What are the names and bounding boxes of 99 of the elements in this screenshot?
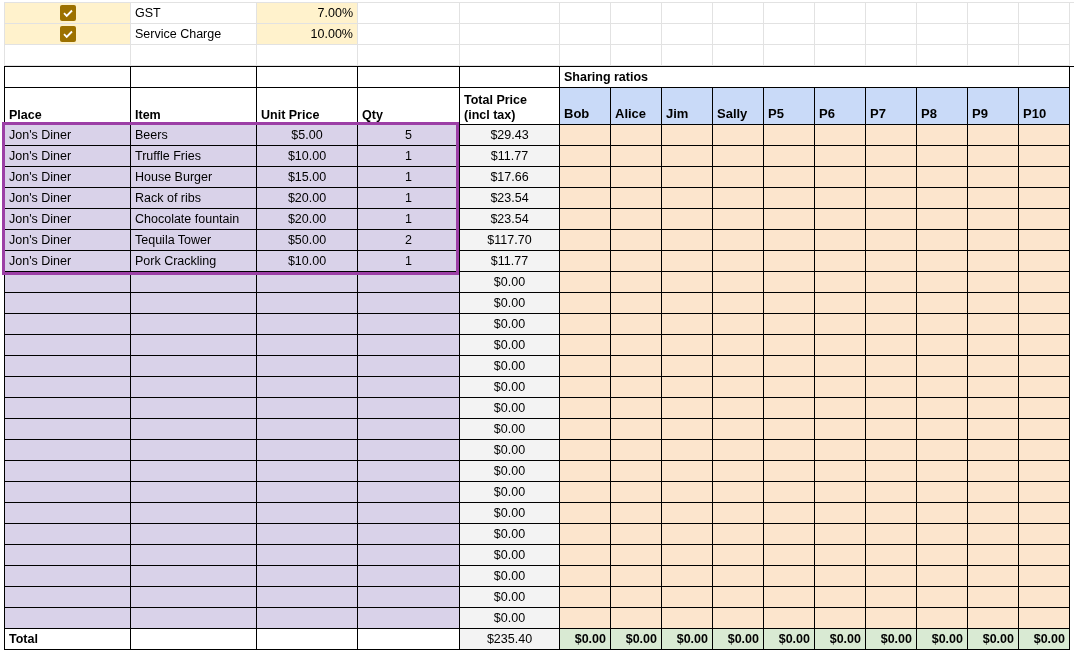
table-cell: $0.00 [713, 629, 764, 650]
table-cell: Jon's Diner [5, 125, 131, 146]
table-cell: $0.00 [460, 377, 560, 398]
column-header: P10 [1019, 88, 1070, 125]
table-cell: Truffle Fries [131, 146, 257, 167]
table-cell: 1 [358, 251, 460, 272]
empty-cell [968, 45, 1019, 66]
empty-cell [611, 24, 662, 45]
empty-cell [815, 45, 866, 66]
table-cell: $0.00 [460, 314, 560, 335]
table-cell: $0.00 [560, 629, 611, 650]
empty-cell [611, 45, 662, 66]
empty-cell [764, 45, 815, 66]
empty-cell [560, 24, 611, 45]
table-cell: $10.00 [257, 146, 358, 167]
table-cell: $0.00 [460, 461, 560, 482]
table-cell: 2 [358, 230, 460, 251]
table-cell: $0.00 [866, 629, 917, 650]
table-cell: $117.70 [460, 230, 560, 251]
table-cell: Total [5, 629, 131, 650]
table-cell: $0.00 [460, 482, 560, 503]
empty-cell [764, 24, 815, 45]
table-cell: $0.00 [1019, 629, 1070, 650]
checkbox[interactable] [59, 26, 76, 42]
column-header: Sally [713, 88, 764, 125]
table-cell: $0.00 [968, 629, 1019, 650]
table-cell: Rack of ribs [131, 188, 257, 209]
table-cell: 10.00% [257, 24, 358, 45]
checkbox[interactable] [59, 5, 76, 21]
table-cell: $29.43 [460, 125, 560, 146]
table-cell: $0.00 [460, 545, 560, 566]
table-cell: 5 [358, 125, 460, 146]
table-cell: $23.54 [460, 188, 560, 209]
empty-cell [1019, 45, 1070, 66]
empty-cell [1019, 24, 1070, 45]
table-cell: $10.00 [257, 251, 358, 272]
column-header: Jim [662, 88, 713, 125]
table-cell: $50.00 [257, 230, 358, 251]
table-cell: $0.00 [460, 587, 560, 608]
table-cell: Chocolate fountain [131, 209, 257, 230]
table-cell: Jon's Diner [5, 167, 131, 188]
empty-cell [560, 45, 611, 66]
column-header: P8 [917, 88, 968, 125]
table-cell: $0.00 [460, 608, 560, 629]
table-cell: $0.00 [815, 629, 866, 650]
column-header: P6 [815, 88, 866, 125]
table-cell: $0.00 [460, 440, 560, 461]
table-cell: Jon's Diner [5, 251, 131, 272]
table-cell: 1 [358, 188, 460, 209]
empty-cell [815, 24, 866, 45]
table-cell: Beers [131, 125, 257, 146]
table-cell: House Burger [131, 167, 257, 188]
table-cell: 1 [358, 209, 460, 230]
table-cell: $0.00 [611, 629, 662, 650]
column-header: Total Price (incl tax) [460, 88, 560, 125]
empty-cell [713, 24, 764, 45]
column-header: P5 [764, 88, 815, 125]
empty-cell [662, 45, 713, 66]
empty-cell [713, 45, 764, 66]
table-cell: $11.77 [460, 146, 560, 167]
table-cell: $0.00 [460, 566, 560, 587]
table-cell: 1 [358, 167, 460, 188]
column-header: P9 [968, 88, 1019, 125]
table-cell: $0.00 [460, 356, 560, 377]
empty-cell [968, 24, 1019, 45]
table-cell: $0.00 [460, 335, 560, 356]
empty-cell [917, 24, 968, 45]
table-cell: Pork Crackling [131, 251, 257, 272]
table-cell: $23.54 [460, 209, 560, 230]
table-cell: $17.66 [460, 167, 560, 188]
table-cell: 7.00% [257, 3, 358, 24]
table-cell: $20.00 [257, 188, 358, 209]
table-cell: Jon's Diner [5, 230, 131, 251]
table-cell: $0.00 [460, 293, 560, 314]
table-cell: $0.00 [460, 503, 560, 524]
table-cell: $5.00 [257, 125, 358, 146]
empty-cell [866, 45, 917, 66]
table-cell: Tequila Tower [131, 230, 257, 251]
table-cell: $0.00 [460, 272, 560, 293]
table-cell: $0.00 [460, 419, 560, 440]
table-cell: Jon's Diner [5, 146, 131, 167]
empty-cell [662, 24, 713, 45]
table-cell: Jon's Diner [5, 209, 131, 230]
column-header: P7 [866, 88, 917, 125]
table-cell: $0.00 [662, 629, 713, 650]
column-header: Alice [611, 88, 662, 125]
table-cell: $235.40 [460, 629, 560, 650]
table-cell: $0.00 [460, 524, 560, 545]
table-cell: $15.00 [257, 167, 358, 188]
table-cell: 1 [358, 146, 460, 167]
table-cell: $0.00 [460, 398, 560, 419]
table-cell: $11.77 [460, 251, 560, 272]
empty-cell [917, 45, 968, 66]
column-header: Bob [560, 88, 611, 125]
table-cell: $0.00 [917, 629, 968, 650]
table-cell: Jon's Diner [5, 188, 131, 209]
empty-cell [866, 24, 917, 45]
table-cell: $20.00 [257, 209, 358, 230]
table-cell: $0.00 [764, 629, 815, 650]
